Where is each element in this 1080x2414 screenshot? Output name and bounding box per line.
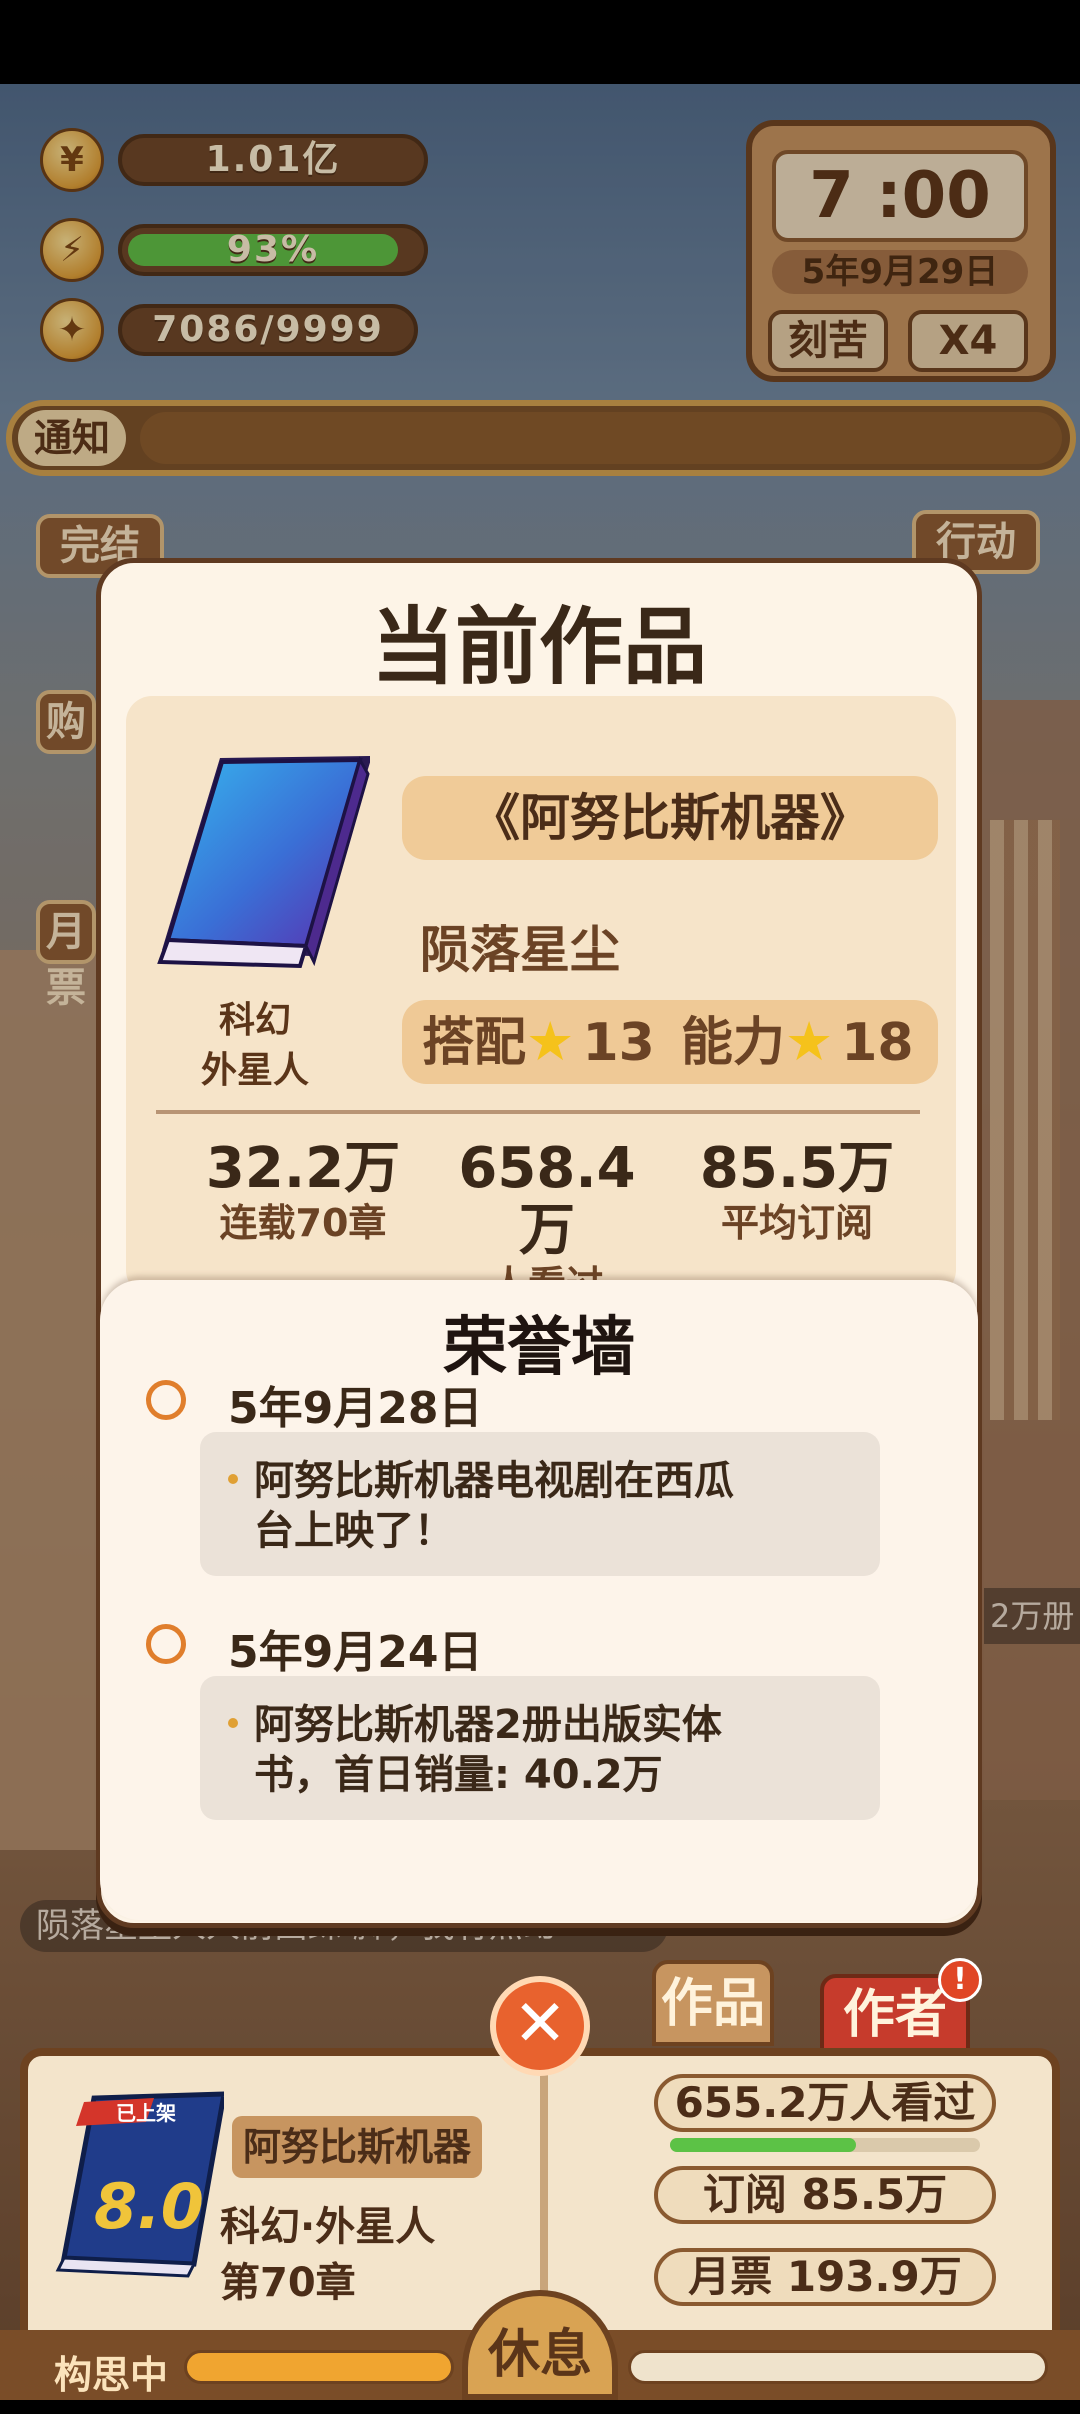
book-cover-icon[interactable]: 已上架 8.0	[54, 2088, 224, 2278]
panel-genre: 科幻·外星人	[220, 2204, 436, 2250]
ability-label: 能力	[680, 1013, 785, 1073]
event-card: 阿努比斯机器电视剧在西瓜 台上映了！	[200, 1432, 880, 1576]
rest-track	[628, 2350, 1048, 2384]
notification-badge: !	[938, 1958, 982, 2002]
bullet-dot	[228, 1474, 238, 1484]
event-text-line2: 书，首日销量: 40.2万	[254, 1752, 663, 1798]
views-progress	[670, 2138, 980, 2152]
author-name: 陨落星尘	[420, 921, 620, 979]
views-pill: 655.2万人看过	[654, 2074, 996, 2132]
event-text-line2: 台上映了！	[254, 1508, 454, 1554]
book-title: 《阿努比斯机器》	[402, 776, 938, 860]
stat-value: 32.2万	[205, 1136, 401, 1201]
divider	[156, 1110, 920, 1114]
star-icon: ★	[526, 1010, 575, 1073]
match-value: 13	[582, 1013, 655, 1073]
close-button[interactable]: ✕	[490, 1976, 590, 2076]
event-text-line1: 阿努比斯机器电视剧在西瓜	[254, 1458, 734, 1504]
stat-words: 32.2万 连载70章	[188, 1138, 418, 1246]
stat-value: 658.4万	[458, 1136, 636, 1263]
panel-chapter: 第70章	[220, 2260, 356, 2306]
stat-value: 85.5万	[699, 1136, 895, 1201]
match-ability-pill: 搭配★ 13 能力★ 18	[402, 1000, 938, 1084]
book-icon	[157, 756, 370, 969]
thinking-label: 构思中	[54, 2353, 169, 2397]
views-progress-fill	[670, 2138, 856, 2152]
status-bar	[0, 0, 1080, 84]
event-card: 阿努比斯机器2册出版实体 书，首日销量: 40.2万	[200, 1676, 880, 1820]
event-date: 5年9月24日	[228, 1627, 483, 1678]
ability-value: 18	[841, 1013, 914, 1073]
star-icon: ★	[784, 1010, 834, 1073]
stat-subscriptions: 85.5万 平均订阅	[682, 1138, 912, 1246]
genre-main: 科幻	[218, 1000, 291, 1041]
bullet-dot	[228, 1718, 238, 1728]
event-text-line1: 阿努比斯机器2册出版实体	[254, 1702, 722, 1748]
cover-ribbon: 已上架	[116, 2101, 176, 2125]
clock-icon	[146, 1380, 186, 1420]
monthly-tickets-pill: 月票 193.9万	[654, 2248, 996, 2306]
panel-book-title: 阿努比斯机器	[232, 2116, 482, 2178]
stat-label: 连载70章	[219, 1201, 387, 1245]
event-date: 5年9月28日	[228, 1383, 483, 1434]
tab-works[interactable]: 作品	[652, 1960, 774, 2046]
subscriptions-pill: 订阅 85.5万	[654, 2166, 996, 2224]
modal-title: 当前作品	[370, 598, 707, 696]
genre-labels: 科幻 外星人	[180, 996, 330, 1096]
stat-label: 平均订阅	[720, 1201, 873, 1245]
genre-sub: 外星人	[200, 1050, 309, 1091]
clock-icon	[146, 1624, 186, 1664]
match-label: 搭配	[422, 1013, 527, 1073]
thinking-progress	[184, 2350, 454, 2384]
cover-rating: 8.0	[94, 2170, 204, 2243]
